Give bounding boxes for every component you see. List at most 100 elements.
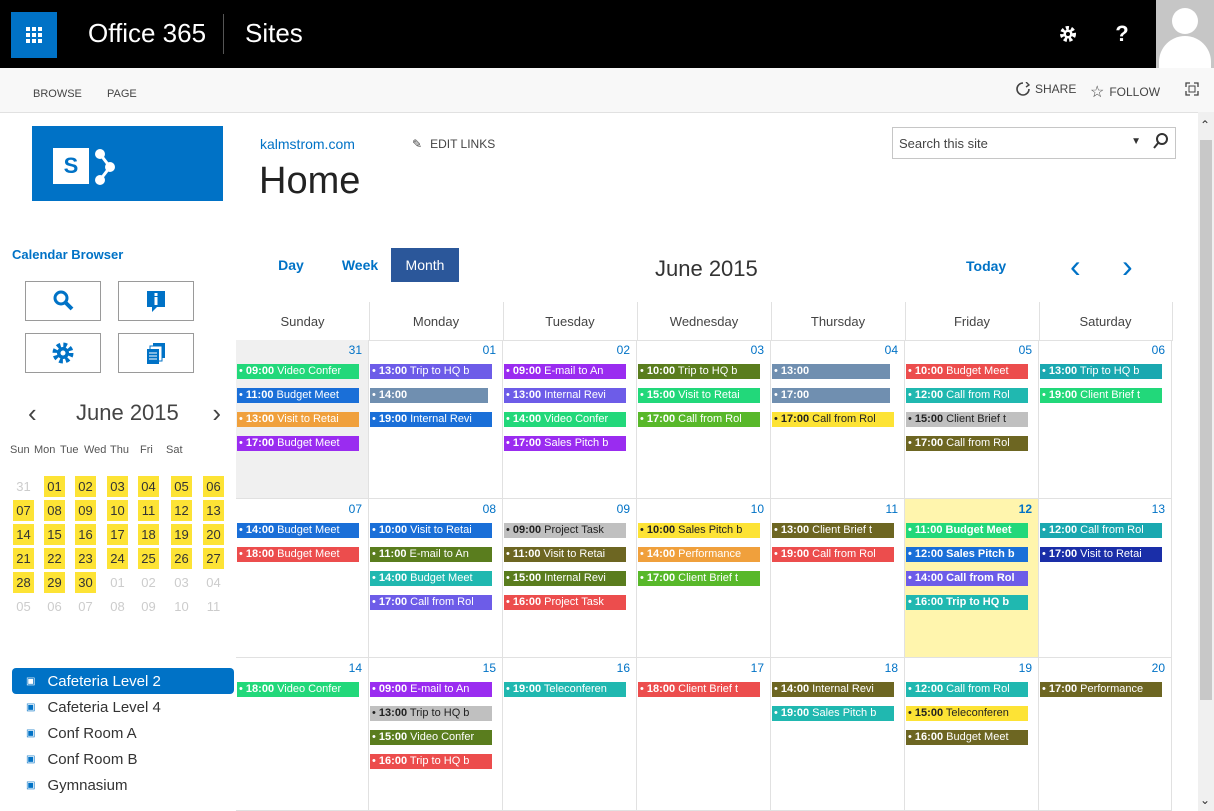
- day-cell[interactable]: 10 • 10:00 Sales Pitch b • 14:00 Performan…: [637, 499, 771, 658]
- calendar-event[interactable]: • 09:00 Project Task: [504, 523, 626, 538]
- mini-day-cell[interactable]: 22: [44, 548, 65, 569]
- day-cell[interactable]: 04 • 13:00 • 17:00 • 17:00 Call from Rol: [771, 340, 905, 499]
- mini-next-month-icon[interactable]: ›: [212, 398, 221, 429]
- share-button[interactable]: SHARE: [1016, 82, 1076, 96]
- day-cell[interactable]: 02 • 09:00 E-mail to An • 13:00 Internal R…: [503, 340, 637, 499]
- calendar-event[interactable]: • 12:00 Call from Rol: [906, 682, 1028, 697]
- calendar-event[interactable]: • 10:00 Visit to Retai: [370, 523, 492, 538]
- day-number[interactable]: 02: [617, 343, 630, 357]
- day-number[interactable]: 11: [886, 502, 898, 516]
- mini-day-cell[interactable]: 26: [171, 548, 192, 569]
- calendar-event[interactable]: • 13:00 Internal Revi: [504, 388, 626, 403]
- calendar-event[interactable]: • 11:00 Visit to Retai: [504, 547, 626, 562]
- mini-day-cell[interactable]: 23: [75, 548, 96, 569]
- calendar-event[interactable]: • 15:00 Teleconferen: [906, 706, 1028, 721]
- mini-day-cell[interactable]: 10: [107, 500, 128, 521]
- calendar-event[interactable]: • 17:00 Sales Pitch b: [504, 436, 626, 451]
- day-number[interactable]: 18: [885, 661, 898, 675]
- mini-day-cell[interactable]: 13: [203, 500, 224, 521]
- day-cell[interactable]: 06 • 13:00 Trip to HQ b • 19:00 Client Bri…: [1039, 340, 1172, 499]
- calendar-event[interactable]: • 10:00 Budget Meet: [906, 364, 1028, 379]
- calendar-event[interactable]: • 11:00 Budget Meet: [906, 523, 1028, 538]
- day-number[interactable]: 10: [751, 502, 764, 516]
- day-number[interactable]: 17: [751, 661, 764, 675]
- mini-day-cell[interactable]: 07: [75, 596, 96, 617]
- day-number[interactable]: 14: [349, 661, 362, 675]
- mini-day-cell[interactable]: 16: [75, 524, 96, 545]
- day-number[interactable]: 31: [349, 343, 362, 357]
- calendar-event[interactable]: • 09:00 E-mail to An: [370, 682, 492, 697]
- next-month-icon[interactable]: ›: [1122, 248, 1133, 285]
- mini-day-cell[interactable]: 11: [203, 596, 224, 617]
- day-number[interactable]: 13: [1152, 502, 1165, 516]
- calendar-event[interactable]: • 17:00: [772, 388, 890, 403]
- calendar-event[interactable]: • 11:00 Budget Meet: [237, 388, 359, 403]
- mini-day-cell[interactable]: 04: [138, 476, 159, 497]
- mini-day-cell[interactable]: 24: [107, 548, 128, 569]
- view-month-button[interactable]: Month: [391, 248, 459, 282]
- mini-day-cell[interactable]: 06: [44, 596, 65, 617]
- settings-tool-button[interactable]: [25, 333, 101, 373]
- calendar-event[interactable]: • 17:00 Call from Rol: [772, 412, 894, 427]
- search-icon[interactable]: [1153, 132, 1169, 153]
- day-cell[interactable]: 16 • 19:00 Teleconferen: [503, 658, 637, 811]
- resource-item[interactable]: ▣ Conf Room A: [12, 720, 234, 746]
- mini-day-cell[interactable]: 04: [203, 572, 224, 593]
- mini-day-cell[interactable]: 03: [171, 572, 192, 593]
- ribbon-tab-page[interactable]: PAGE: [107, 88, 137, 100]
- scroll-up-icon[interactable]: ⌃: [1200, 118, 1210, 132]
- resource-item[interactable]: ▣ Cafeteria Level 4: [12, 694, 234, 720]
- mini-day-cell[interactable]: 02: [138, 572, 159, 593]
- day-number[interactable]: 05: [1019, 343, 1032, 357]
- mini-day-cell[interactable]: 15: [44, 524, 65, 545]
- day-cell[interactable]: 20 • 17:00 Performance: [1039, 658, 1172, 811]
- mini-day-cell[interactable]: 06: [203, 476, 224, 497]
- mini-day-cell[interactable]: 19: [171, 524, 192, 545]
- calendar-event[interactable]: • 14:00 Budget Meet: [370, 571, 492, 586]
- mini-day-cell[interactable]: 10: [171, 596, 192, 617]
- search-scope-dropdown-icon[interactable]: ▼: [1131, 136, 1141, 147]
- day-number[interactable]: 19: [1019, 661, 1032, 675]
- calendar-event[interactable]: • 17:00 Call from Rol: [638, 412, 760, 427]
- day-number[interactable]: 09: [617, 502, 630, 516]
- calendar-event[interactable]: • 13:00: [772, 364, 890, 379]
- mini-day-cell[interactable]: 08: [44, 500, 65, 521]
- calendar-event[interactable]: • 17:00 Performance: [1040, 682, 1162, 697]
- calendar-event[interactable]: • 14:00 Performance: [638, 547, 760, 562]
- day-number[interactable]: 06: [1152, 343, 1165, 357]
- calendar-event[interactable]: • 12:00 Call from Rol: [906, 388, 1028, 403]
- mini-day-cell[interactable]: 09: [138, 596, 159, 617]
- mini-day-cell[interactable]: 08: [107, 596, 128, 617]
- mini-day-cell[interactable]: 28: [13, 572, 34, 593]
- calendar-event[interactable]: • 13:00 Client Brief t: [772, 523, 894, 538]
- site-logo[interactable]: S: [32, 126, 223, 201]
- mini-day-cell[interactable]: 11: [138, 500, 159, 521]
- day-number[interactable]: 20: [1152, 661, 1165, 675]
- calendar-event[interactable]: • 14:00 Call from Rol: [906, 571, 1028, 586]
- calendar-event[interactable]: • 17:00 Client Brief t: [638, 571, 760, 586]
- calendar-event[interactable]: • 18:00 Budget Meet: [237, 547, 359, 562]
- calendar-event[interactable]: • 13:00 Visit to Retai: [237, 412, 359, 427]
- sites-link[interactable]: Sites: [245, 18, 303, 49]
- calendar-event[interactable]: • 18:00 Client Brief t: [638, 682, 760, 697]
- scrollbar-thumb[interactable]: [1200, 140, 1212, 700]
- day-number[interactable]: 01: [483, 343, 496, 357]
- office365-link[interactable]: Office 365: [88, 18, 206, 49]
- calendar-event[interactable]: • 17:00 Call from Rol: [906, 436, 1028, 451]
- mini-day-cell[interactable]: 29: [44, 572, 65, 593]
- page-scrollbar[interactable]: ⌃ ⌄: [1198, 112, 1214, 811]
- day-number[interactable]: 16: [617, 661, 630, 675]
- mini-day-cell[interactable]: 18: [138, 524, 159, 545]
- day-cell[interactable]: 17 • 18:00 Client Brief t: [637, 658, 771, 811]
- user-avatar[interactable]: [1156, 0, 1214, 68]
- calendar-event[interactable]: • 11:00 E-mail to An: [370, 547, 492, 562]
- mini-day-cell[interactable]: 27: [203, 548, 224, 569]
- calendar-event[interactable]: • 19:00 Client Brief t: [1040, 388, 1162, 403]
- calendar-event[interactable]: • 19:00 Internal Revi: [370, 412, 492, 427]
- view-day-button[interactable]: Day: [266, 248, 316, 282]
- search-tool-button[interactable]: [25, 281, 101, 321]
- day-number[interactable]: 07: [349, 502, 362, 516]
- calendar-event[interactable]: • 14:00 Internal Revi: [772, 682, 894, 697]
- calendar-event[interactable]: • 13:00 Trip to HQ b: [1040, 364, 1162, 379]
- edit-links-button[interactable]: ✎ EDIT LINKS: [412, 137, 495, 151]
